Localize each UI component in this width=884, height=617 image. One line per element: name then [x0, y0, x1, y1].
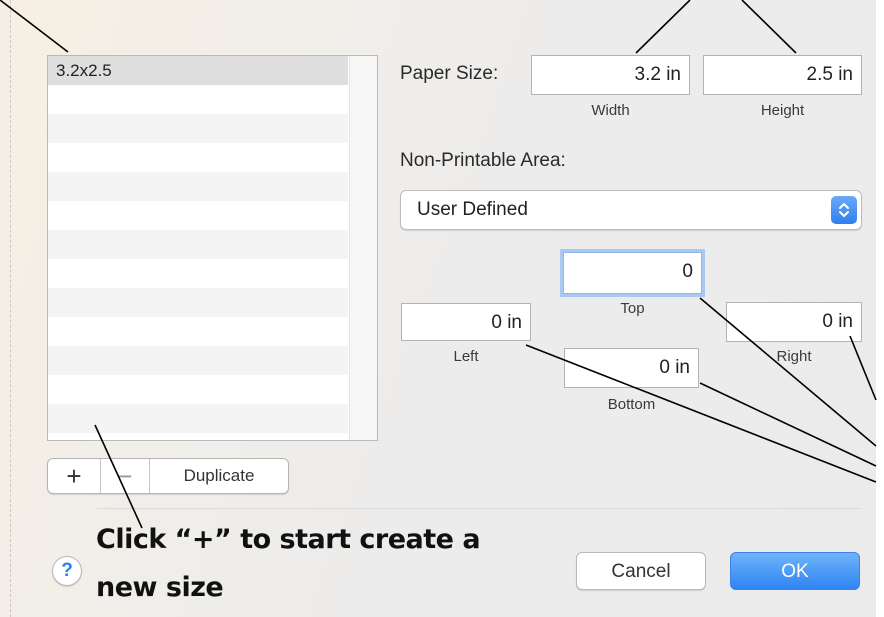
list-row-empty: [48, 375, 348, 404]
cancel-button[interactable]: Cancel: [576, 552, 706, 590]
list-row-empty: [48, 288, 348, 317]
non-printable-area-label: Non-Printable Area:: [400, 150, 566, 171]
paper-size-list[interactable]: 3.2x2.5: [47, 55, 378, 441]
list-row-empty: [48, 317, 348, 346]
right-caption: Right: [776, 348, 812, 365]
add-size-button[interactable]: +: [48, 459, 100, 493]
left-caption: Left: [453, 348, 479, 365]
bottom-margin-field[interactable]: 0 in: [564, 348, 699, 388]
help-button[interactable]: ?: [52, 556, 82, 586]
separator: [97, 508, 860, 509]
list-row-empty: [48, 230, 348, 259]
annotation-line-1: Click “+” to start create a: [96, 524, 481, 555]
list-row-empty: [48, 85, 348, 114]
top-margin-field[interactable]: 0: [563, 252, 702, 294]
paper-size-label: Paper Size:: [400, 63, 499, 84]
width-caption: Width: [591, 102, 630, 119]
left-margin-field[interactable]: 0 in: [401, 303, 531, 341]
window-edge: [0, 0, 11, 617]
remove-size-button[interactable]: −: [101, 459, 149, 493]
top-caption: Top: [620, 300, 645, 317]
paper-height-field[interactable]: 2.5 in: [703, 55, 862, 95]
list-row-empty: [48, 114, 348, 143]
bottom-caption: Bottom: [607, 396, 656, 413]
list-item[interactable]: 3.2x2.5: [48, 56, 348, 85]
list-row-empty: [48, 201, 348, 230]
popup-stepper[interactable]: [831, 196, 857, 224]
right-margin-field[interactable]: 0 in: [726, 302, 862, 342]
list-scrollbar[interactable]: [349, 56, 377, 440]
list-row-empty: [48, 404, 348, 433]
list-row-empty: [48, 172, 348, 201]
list-row-empty: [48, 346, 348, 375]
paper-width-field[interactable]: 3.2 in: [531, 55, 690, 95]
height-caption: Height: [760, 102, 805, 119]
list-controls: + − Duplicate: [47, 458, 289, 494]
list-row-empty: [48, 259, 348, 288]
chevron-updown-icon: [839, 203, 849, 217]
ok-button[interactable]: OK: [730, 552, 860, 590]
list-row-empty: [48, 143, 348, 172]
duplicate-button[interactable]: Duplicate: [150, 459, 288, 493]
page-margin-right: [876, 0, 884, 617]
annotation-line-2: new size: [96, 572, 224, 603]
non-printable-area-popup[interactable]: User Defined: [400, 190, 862, 230]
popup-selected-value: User Defined: [417, 199, 528, 220]
